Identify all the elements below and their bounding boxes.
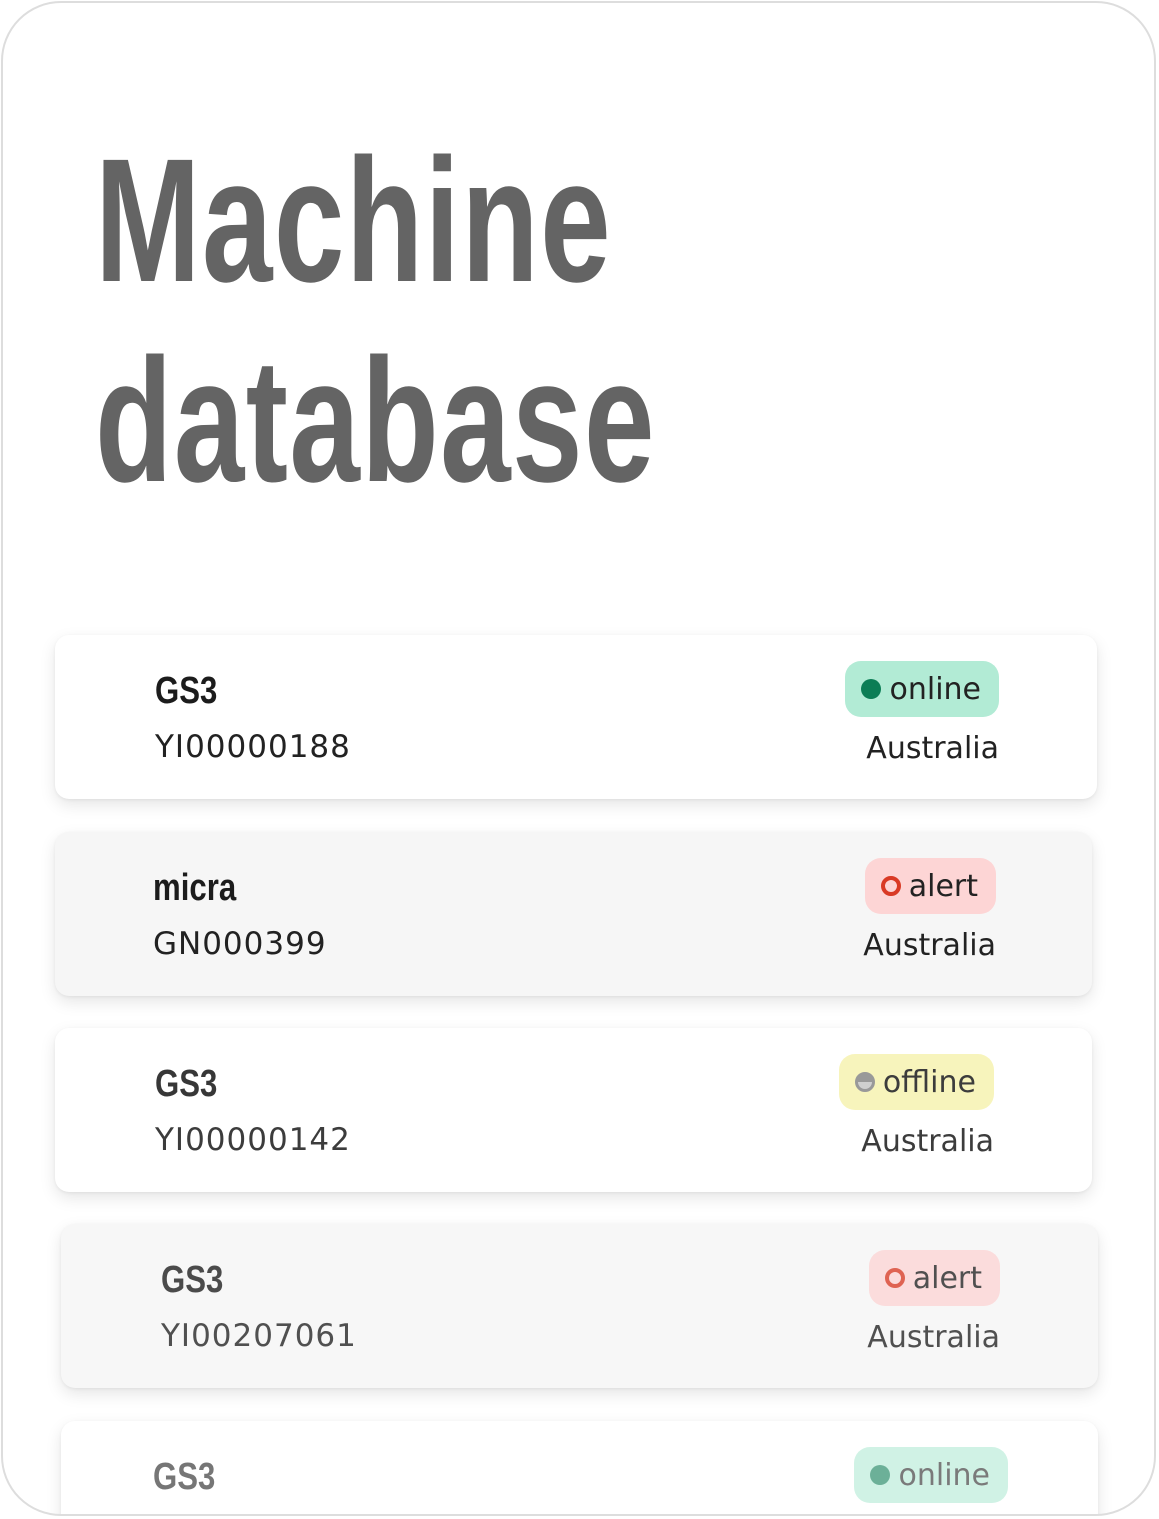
- status-badge: online: [854, 1447, 1008, 1503]
- machine-serial: YI00000188: [155, 729, 351, 765]
- page-title-line-1: Machine: [95, 123, 613, 319]
- machine-model: GS3: [153, 1456, 216, 1498]
- status-badge: alert: [868, 1250, 1000, 1306]
- app-frame: Machine database GS3 YI00000188 online A…: [1, 1, 1156, 1516]
- machine-model: micra: [153, 867, 237, 909]
- status-badge: offline: [838, 1054, 994, 1110]
- machine-card[interactable]: micra GN000399 alert Australia: [55, 832, 1092, 996]
- page-title-line-2: database: [95, 323, 656, 519]
- machine-card[interactable]: GS3 online: [61, 1421, 1098, 1514]
- ring-icon: [880, 876, 901, 896]
- machine-country: Australia: [861, 1124, 994, 1159]
- half-circle-icon: [854, 1072, 875, 1092]
- status-label: offline: [882, 1064, 976, 1100]
- machine-serial: YI00000142: [155, 1122, 351, 1158]
- machine-serial: YI00207061: [161, 1318, 357, 1354]
- machine-serial: GN000399: [153, 926, 327, 962]
- machine-country: Australia: [863, 928, 996, 963]
- machine-model: GS3: [155, 1063, 218, 1105]
- status-badge: alert: [864, 858, 996, 914]
- page-title: Machine database: [95, 121, 656, 521]
- machine-card[interactable]: GS3 YI00000142 offline Australia: [55, 1028, 1092, 1192]
- filled-circle-icon: [861, 679, 882, 699]
- status-badge: online: [845, 661, 999, 717]
- machine-card[interactable]: GS3 YI00000188 online Australia: [55, 635, 1097, 799]
- filled-circle-icon: [870, 1465, 891, 1485]
- status-label: alert: [912, 1260, 982, 1296]
- machine-country: Australia: [866, 731, 999, 766]
- status-label: alert: [908, 868, 978, 904]
- machine-model: GS3: [155, 670, 218, 712]
- machine-country: Australia: [867, 1320, 1000, 1355]
- machine-card[interactable]: GS3 YI00207061 alert Australia: [61, 1224, 1098, 1388]
- ring-icon: [884, 1268, 905, 1288]
- status-label: online: [898, 1457, 990, 1493]
- machine-model: GS3: [161, 1259, 224, 1301]
- status-label: online: [889, 671, 981, 707]
